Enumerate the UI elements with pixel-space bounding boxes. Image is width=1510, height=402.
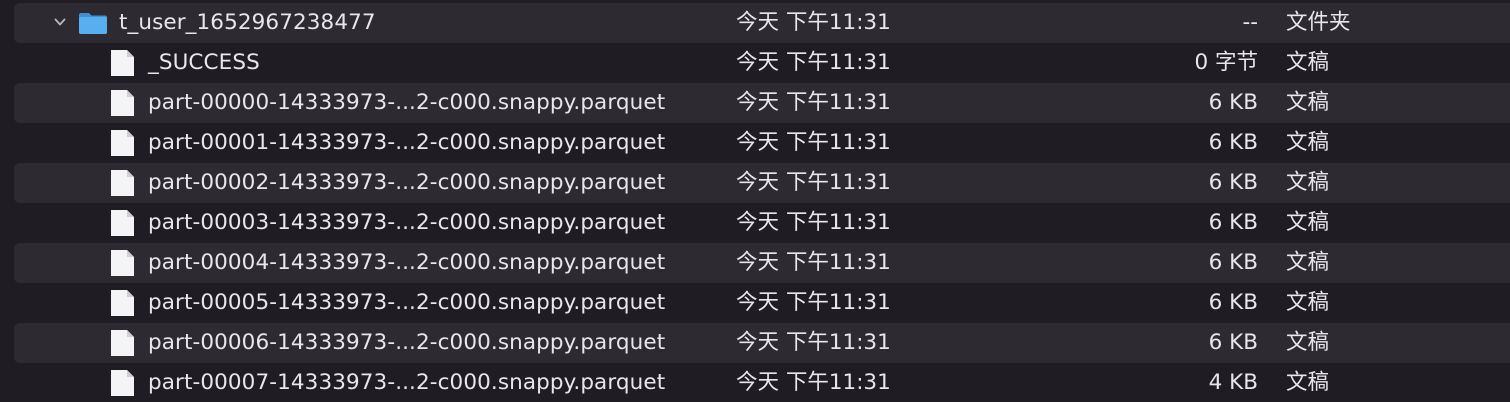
document-icon	[111, 50, 134, 76]
folder-row[interactable]: t_user_1652967238477 今天 下午11:31 -- 文件夹	[14, 3, 1510, 43]
file-kind: 文稿	[1286, 130, 1330, 155]
folder-name: t_user_1652967238477	[119, 10, 376, 35]
file-kind: 文稿	[1286, 250, 1330, 275]
file-kind: 文稿	[1286, 330, 1330, 355]
document-icon	[111, 130, 134, 156]
file-name: part-00007-14333973-...2-c000.snappy.par…	[148, 370, 666, 395]
file-size: 4 KB	[1208, 370, 1258, 395]
document-icon	[111, 290, 134, 316]
folder-icon	[79, 13, 107, 34]
file-kind: 文稿	[1286, 370, 1330, 395]
document-icon	[111, 370, 134, 396]
file-row[interactable]: part-00001-14333973-...2-c000.snappy.par…	[14, 123, 1510, 163]
file-date-modified: 今天 下午11:31	[736, 210, 891, 235]
document-icon	[111, 170, 134, 196]
file-date-modified: 今天 下午11:31	[736, 250, 891, 275]
file-date-modified: 今天 下午11:31	[736, 370, 891, 395]
file-row[interactable]: _SUCCESS 今天 下午11:31 0 字节 文稿	[14, 43, 1510, 83]
folder-date-modified: 今天 下午11:31	[736, 10, 891, 35]
folder-size: --	[1242, 10, 1258, 35]
file-kind: 文稿	[1286, 170, 1330, 195]
file-date-modified: 今天 下午11:31	[736, 330, 891, 355]
file-row[interactable]: part-00005-14333973-...2-c000.snappy.par…	[14, 283, 1510, 323]
file-row[interactable]: part-00000-14333973-...2-c000.snappy.par…	[14, 83, 1510, 123]
file-size: 0 字节	[1194, 50, 1258, 75]
file-kind: 文稿	[1286, 50, 1330, 75]
document-icon	[111, 90, 134, 116]
file-size: 6 KB	[1208, 250, 1258, 275]
file-size: 6 KB	[1208, 210, 1258, 235]
file-date-modified: 今天 下午11:31	[736, 130, 891, 155]
chevron-down-icon[interactable]	[54, 16, 66, 28]
document-icon	[111, 250, 134, 276]
file-list: t_user_1652967238477 今天 下午11:31 -- 文件夹 _…	[0, 0, 1510, 402]
file-name: part-00003-14333973-...2-c000.snappy.par…	[148, 210, 666, 235]
file-name: part-00006-14333973-...2-c000.snappy.par…	[148, 330, 666, 355]
file-size: 6 KB	[1208, 130, 1258, 155]
file-row[interactable]: part-00004-14333973-...2-c000.snappy.par…	[14, 243, 1510, 283]
file-name: _SUCCESS	[148, 50, 260, 75]
document-icon	[111, 330, 134, 356]
file-row[interactable]: part-00006-14333973-...2-c000.snappy.par…	[14, 323, 1510, 363]
file-kind: 文稿	[1286, 210, 1330, 235]
file-size: 6 KB	[1208, 170, 1258, 195]
file-date-modified: 今天 下午11:31	[736, 290, 891, 315]
file-name: part-00002-14333973-...2-c000.snappy.par…	[148, 170, 666, 195]
file-name: part-00001-14333973-...2-c000.snappy.par…	[148, 130, 666, 155]
folder-kind: 文件夹	[1286, 10, 1351, 35]
file-name: part-00004-14333973-...2-c000.snappy.par…	[148, 250, 666, 275]
file-size: 6 KB	[1208, 90, 1258, 115]
file-name: part-00005-14333973-...2-c000.snappy.par…	[148, 290, 666, 315]
file-row[interactable]: part-00002-14333973-...2-c000.snappy.par…	[14, 163, 1510, 203]
file-date-modified: 今天 下午11:31	[736, 170, 891, 195]
document-icon	[111, 210, 134, 236]
file-kind: 文稿	[1286, 90, 1330, 115]
file-row[interactable]: part-00003-14333973-...2-c000.snappy.par…	[14, 203, 1510, 243]
file-size: 6 KB	[1208, 330, 1258, 355]
file-size: 6 KB	[1208, 290, 1258, 315]
file-row[interactable]: part-00007-14333973-...2-c000.snappy.par…	[14, 363, 1510, 402]
file-name: part-00000-14333973-...2-c000.snappy.par…	[148, 90, 666, 115]
file-date-modified: 今天 下午11:31	[736, 90, 891, 115]
file-kind: 文稿	[1286, 290, 1330, 315]
file-date-modified: 今天 下午11:31	[736, 50, 891, 75]
